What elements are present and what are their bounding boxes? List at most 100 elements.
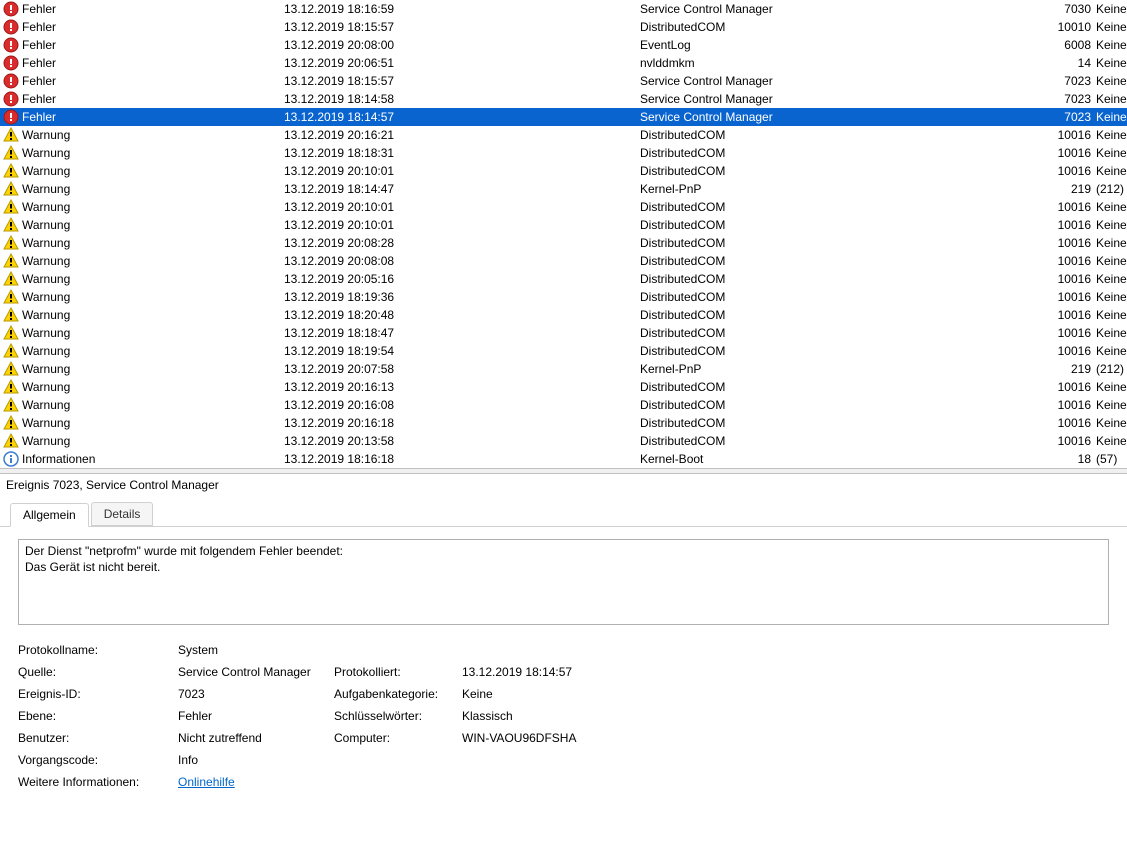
event-row[interactable]: Warnung13.12.2019 20:05:16DistributedCOM…	[0, 270, 1127, 288]
cell-level: Fehler	[22, 20, 284, 34]
cell-level: Warnung	[22, 200, 284, 214]
event-row[interactable]: Warnung13.12.2019 20:10:01DistributedCOM…	[0, 216, 1127, 234]
cell-category: Keine	[1096, 74, 1127, 88]
detail-pane: Ereignis 7023, Service Control Manager A…	[0, 474, 1127, 856]
cell-category: Keine	[1096, 380, 1127, 394]
event-row[interactable]: Warnung13.12.2019 20:16:21DistributedCOM…	[0, 126, 1127, 144]
event-row[interactable]: Fehler13.12.2019 18:15:57Service Control…	[0, 72, 1127, 90]
cell-source: Service Control Manager	[640, 2, 1052, 16]
warn-icon	[3, 145, 19, 161]
value-taskcat: Keine	[462, 687, 1109, 701]
cell-eventid: 219	[1052, 182, 1096, 196]
event-row[interactable]: Warnung13.12.2019 18:20:48DistributedCOM…	[0, 306, 1127, 324]
event-row[interactable]: Fehler13.12.2019 18:15:57DistributedCOM1…	[0, 18, 1127, 36]
cell-eventid: 6008	[1052, 38, 1096, 52]
cell-level: Warnung	[22, 146, 284, 160]
cell-source: Kernel-PnP	[640, 182, 1052, 196]
cell-eventid: 219	[1052, 362, 1096, 376]
event-viewer: Fehler13.12.2019 18:16:59Service Control…	[0, 0, 1127, 856]
cell-level: Warnung	[22, 290, 284, 304]
error-icon	[3, 91, 19, 107]
event-properties: Protokollname: System Quelle: Service Co…	[18, 643, 1109, 789]
cell-category: Keine	[1096, 38, 1127, 52]
event-row[interactable]: Fehler13.12.2019 18:14:58Service Control…	[0, 90, 1127, 108]
cell-eventid: 10016	[1052, 398, 1096, 412]
cell-eventid: 10016	[1052, 146, 1096, 160]
cell-eventid: 10016	[1052, 434, 1096, 448]
event-row[interactable]: Warnung13.12.2019 20:16:08DistributedCOM…	[0, 396, 1127, 414]
event-row[interactable]: Warnung13.12.2019 18:19:54DistributedCOM…	[0, 342, 1127, 360]
warn-icon	[3, 271, 19, 287]
event-row[interactable]: Warnung13.12.2019 20:10:01DistributedCOM…	[0, 162, 1127, 180]
cell-level: Fehler	[22, 2, 284, 16]
cell-date: 13.12.2019 18:15:57	[284, 20, 640, 34]
cell-date: 13.12.2019 18:14:57	[284, 110, 640, 124]
cell-eventid: 10016	[1052, 416, 1096, 430]
event-row[interactable]: Warnung13.12.2019 20:08:08DistributedCOM…	[0, 252, 1127, 270]
warn-icon	[3, 127, 19, 143]
event-list[interactable]: Fehler13.12.2019 18:16:59Service Control…	[0, 0, 1127, 468]
cell-level: Warnung	[22, 416, 284, 430]
cell-level: Warnung	[22, 272, 284, 286]
cell-eventid: 7030	[1052, 2, 1096, 16]
tab-details[interactable]: Details	[91, 502, 154, 526]
error-icon	[3, 73, 19, 89]
event-row[interactable]: Fehler13.12.2019 20:08:00EventLog6008Kei…	[0, 36, 1127, 54]
cell-source: DistributedCOM	[640, 272, 1052, 286]
event-row[interactable]: Fehler13.12.2019 18:14:57Service Control…	[0, 108, 1127, 126]
cell-source: DistributedCOM	[640, 434, 1052, 448]
cell-eventid: 10016	[1052, 290, 1096, 304]
cell-source: DistributedCOM	[640, 128, 1052, 142]
warn-icon	[3, 379, 19, 395]
cell-date: 13.12.2019 20:10:01	[284, 200, 640, 214]
cell-level: Warnung	[22, 398, 284, 412]
event-row[interactable]: Warnung13.12.2019 18:18:47DistributedCOM…	[0, 324, 1127, 342]
event-row[interactable]: Warnung13.12.2019 20:16:18DistributedCOM…	[0, 414, 1127, 432]
event-message[interactable]: Der Dienst "netprofm" wurde mit folgende…	[18, 539, 1109, 625]
event-row[interactable]: Warnung13.12.2019 18:19:36DistributedCOM…	[0, 288, 1127, 306]
cell-level: Warnung	[22, 344, 284, 358]
cell-source: DistributedCOM	[640, 344, 1052, 358]
online-help-link[interactable]: Onlinehilfe	[178, 775, 235, 789]
event-row[interactable]: Warnung13.12.2019 18:18:31DistributedCOM…	[0, 144, 1127, 162]
event-row[interactable]: Informationen13.12.2019 18:16:18Kernel-B…	[0, 450, 1127, 468]
cell-level: Warnung	[22, 164, 284, 178]
cell-level: Warnung	[22, 362, 284, 376]
cell-source: DistributedCOM	[640, 380, 1052, 394]
event-row[interactable]: Warnung13.12.2019 20:13:58DistributedCOM…	[0, 432, 1127, 450]
cell-level: Fehler	[22, 92, 284, 106]
event-row[interactable]: Fehler13.12.2019 18:16:59Service Control…	[0, 0, 1127, 18]
cell-category: Keine	[1096, 92, 1127, 106]
cell-eventid: 18	[1052, 452, 1096, 466]
cell-date: 13.12.2019 20:05:16	[284, 272, 640, 286]
cell-date: 13.12.2019 20:16:13	[284, 380, 640, 394]
cell-eventid: 10016	[1052, 272, 1096, 286]
cell-level: Warnung	[22, 182, 284, 196]
cell-level: Warnung	[22, 308, 284, 322]
event-row[interactable]: Warnung13.12.2019 18:14:47Kernel-PnP219(…	[0, 180, 1127, 198]
warn-icon	[3, 235, 19, 251]
cell-source: DistributedCOM	[640, 146, 1052, 160]
cell-source: DistributedCOM	[640, 200, 1052, 214]
event-row[interactable]: Fehler13.12.2019 20:06:51nvlddmkm14Keine	[0, 54, 1127, 72]
warn-icon	[3, 361, 19, 377]
cell-category: Keine	[1096, 344, 1127, 358]
cell-date: 13.12.2019 18:16:59	[284, 2, 640, 16]
cell-eventid: 14	[1052, 56, 1096, 70]
cell-category: Keine	[1096, 146, 1127, 160]
cell-level: Warnung	[22, 236, 284, 250]
error-icon	[3, 1, 19, 17]
cell-level: Warnung	[22, 128, 284, 142]
tab-general[interactable]: Allgemein	[10, 503, 89, 527]
cell-date: 13.12.2019 20:07:58	[284, 362, 640, 376]
cell-category: Keine	[1096, 398, 1127, 412]
event-row[interactable]: Warnung13.12.2019 20:07:58Kernel-PnP219(…	[0, 360, 1127, 378]
cell-eventid: 10010	[1052, 20, 1096, 34]
warn-icon	[3, 181, 19, 197]
warn-icon	[3, 199, 19, 215]
event-row[interactable]: Warnung13.12.2019 20:08:28DistributedCOM…	[0, 234, 1127, 252]
cell-category: Keine	[1096, 20, 1127, 34]
event-row[interactable]: Warnung13.12.2019 20:16:13DistributedCOM…	[0, 378, 1127, 396]
event-row[interactable]: Warnung13.12.2019 20:10:01DistributedCOM…	[0, 198, 1127, 216]
cell-eventid: 10016	[1052, 308, 1096, 322]
